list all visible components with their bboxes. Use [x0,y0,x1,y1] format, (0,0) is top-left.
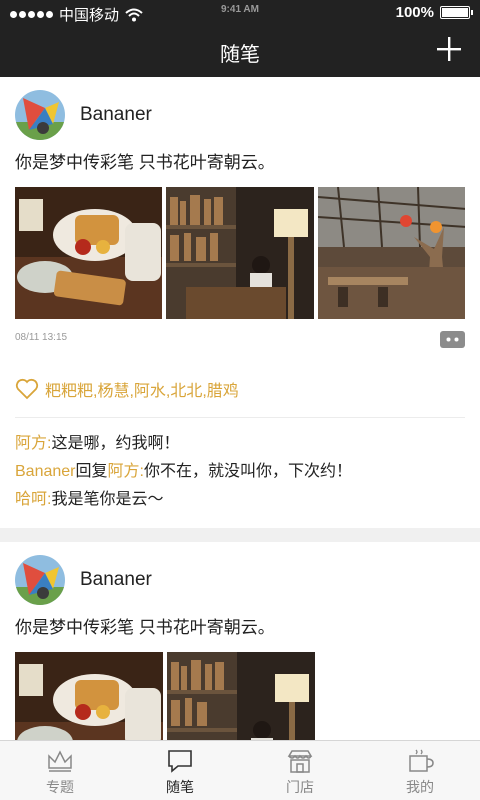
battery-percent: 100% [395,4,434,21]
feed[interactable]: Bananer 你是梦中传彩笔 只书花叶寄朝云。 08/11 13:15 粑粑粑… [0,77,480,740]
tab-label: 随笔 [166,779,194,795]
author-name[interactable]: Bananer [80,104,152,126]
photo-cafe[interactable] [317,187,465,319]
section-separator [0,528,480,542]
comment-author[interactable]: 阿方: [15,435,51,452]
tab-label: 我的 [406,779,434,795]
tab-mine[interactable]: 我的 [360,741,480,800]
avatar[interactable] [15,90,65,140]
reply-target[interactable]: 阿方: [108,463,144,480]
battery-icon [440,6,473,19]
avatar[interactable] [15,555,65,605]
photo-food[interactable] [15,652,163,740]
nav-bar: 随笔 [0,26,480,77]
tab-bar: 专题 随笔 门店 我的 [0,740,480,800]
tab-label: 专题 [46,779,74,795]
photo-food[interactable] [15,187,163,319]
comment-item[interactable]: Bananer回复阿方:你不在，就没叫你，下次约！ [15,458,465,486]
plus-icon[interactable] [436,36,462,62]
note-icon [168,750,192,773]
comment-list: 阿方:这是哪，约我啊！ Bananer回复阿方:你不在，就没叫你，下次约！ 哈呵… [15,418,465,528]
tab-notes[interactable]: 随笔 [120,741,240,800]
post-card: Bananer 你是梦中传彩笔 只书花叶寄朝云。 [0,542,480,740]
tab-stores[interactable]: 门店 [240,741,360,800]
photo-bookshelf[interactable] [167,652,315,740]
comment-body: 这是哪，约我啊！ [51,435,180,452]
comment-body: 我是笔你是云～ [51,491,164,508]
post-card: Bananer 你是梦中传彩笔 只书花叶寄朝云。 [0,77,480,528]
crown-icon [48,750,72,772]
photo-grid [15,187,465,319]
author-name[interactable]: Bananer [80,569,152,591]
likes-list[interactable]: 粑粑粑,杨慧,阿水,北北,腊鸡 [45,377,239,401]
tab-topics[interactable]: 专题 [0,741,120,800]
heart-icon[interactable] [15,378,39,400]
photo-grid [15,652,465,740]
comment-body: 你不在，就没叫你，下次约！ [143,463,352,480]
comment-author[interactable]: 哈呵: [15,491,51,508]
top-bar: 中国移动 9:41 AM 100% 随笔 [0,0,480,77]
comment-item[interactable]: 阿方:这是哪，约我啊！ [15,430,465,458]
page-title: 随笔 [220,44,260,66]
store-icon [287,750,313,773]
tab-label: 门店 [286,779,314,795]
photo-bookshelf[interactable] [166,187,314,319]
status-bar: 中国移动 9:41 AM 100% [0,0,480,26]
comment-icon[interactable] [440,331,465,351]
comment-author[interactable]: Bananer [15,463,76,480]
post-text: 你是梦中传彩笔 只书花叶寄朝云。 [15,618,275,637]
comment-item[interactable]: 哈呵:我是笔你是云～ [15,486,465,514]
cup-icon [409,749,434,772]
likes-row: 粑粑粑,杨慧,阿水,北北,腊鸡 [15,369,465,409]
reply-word: 回复 [75,463,108,480]
post-timestamp: 08/11 13:15 [15,332,68,343]
post-text: 你是梦中传彩笔 只书花叶寄朝云。 [15,153,275,172]
